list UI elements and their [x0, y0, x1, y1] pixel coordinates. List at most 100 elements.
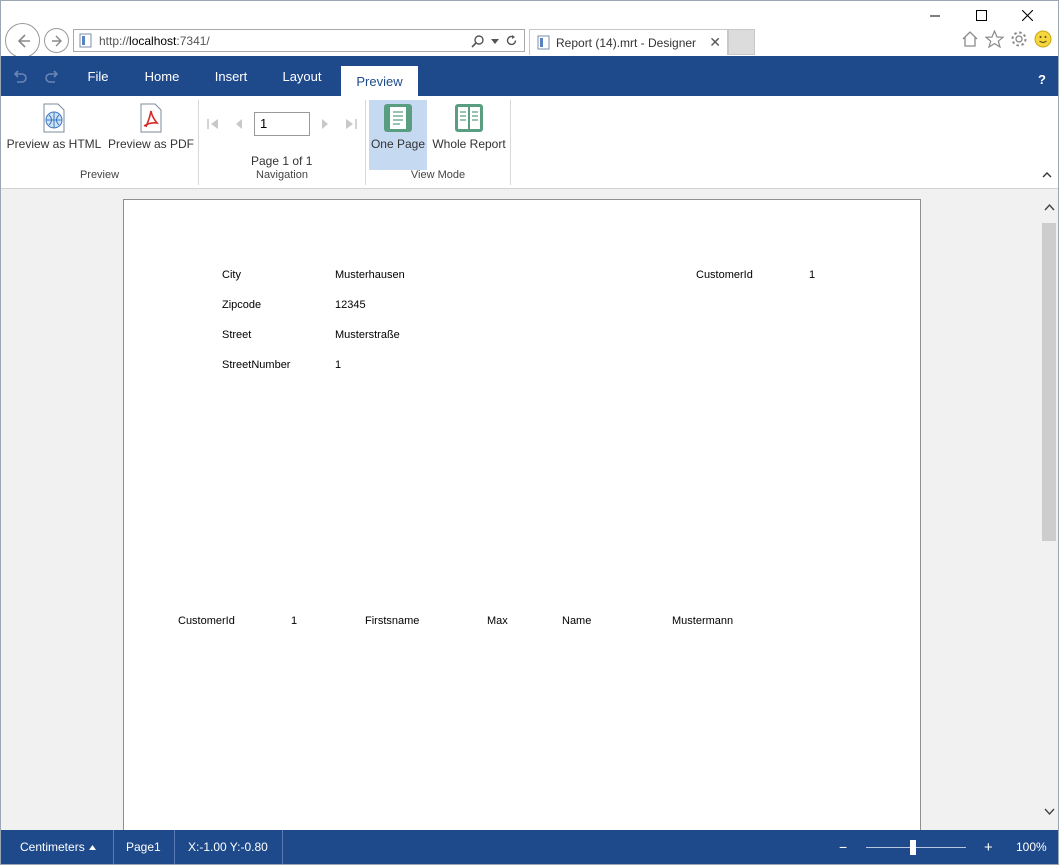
previous-page-icon[interactable]	[233, 118, 245, 130]
detail-firstname-value: Max	[487, 615, 508, 627]
zoom-in-button[interactable]: +	[984, 830, 993, 864]
page-indicator[interactable]: Page1	[126, 830, 161, 864]
maximize-button[interactable]	[958, 5, 1004, 25]
group-navigation: 1 Page 1 of 1 Navigation	[199, 100, 366, 185]
tab-close-icon[interactable]: ✕	[709, 34, 721, 51]
search-icon[interactable]	[471, 34, 485, 48]
ribbon-tab-bar: File Home Insert Layout Preview ?	[1, 56, 1058, 96]
collapse-ribbon-icon[interactable]	[1042, 171, 1052, 179]
address-url: http://localhost:7341/	[99, 33, 210, 48]
one-page-label: One Page	[370, 137, 426, 151]
caret-up-icon	[88, 844, 96, 850]
minimize-button[interactable]	[912, 5, 958, 25]
browser-toolbar-icons	[961, 30, 1052, 48]
group-view-mode-label: View Mode	[410, 169, 466, 181]
detail-firstname-label: Firstsname	[365, 615, 420, 627]
tab-title: Report (14).mrt - Designer	[556, 35, 697, 50]
preview-as-html-label: Preview as HTML	[6, 137, 102, 151]
minimize-icon	[929, 15, 940, 16]
group-preview-label: Preview	[79, 169, 120, 181]
pdf-document-icon	[140, 103, 162, 133]
window-controls	[912, 5, 1050, 25]
smiley-feedback-icon[interactable]	[1034, 30, 1052, 48]
city-value: Musterhausen	[335, 269, 405, 281]
zoom-out-button[interactable]: −	[839, 830, 847, 864]
preview-as-html-button[interactable]: Preview as HTML	[5, 100, 103, 170]
browser-chrome: http://localhost:7341/ Report (14).mrt -…	[1, 1, 1058, 58]
close-icon	[1021, 9, 1033, 21]
zoom-slider-thumb[interactable]	[910, 840, 916, 855]
tab-page-icon	[537, 35, 550, 50]
maximize-icon	[975, 9, 987, 21]
html-globe-icon	[43, 103, 65, 133]
last-page-icon[interactable]	[345, 118, 357, 130]
street-value: Musterstraße	[335, 329, 400, 341]
detail-customerid-label: CustomerId	[178, 615, 235, 627]
detail-customerid-value: 1	[291, 615, 298, 627]
status-divider	[282, 830, 283, 864]
streetnumber-label: StreetNumber	[222, 359, 291, 371]
tab-layout[interactable]: Layout	[273, 56, 331, 96]
report-page: City Musterhausen CustomerId 1 Zipcode 1…	[123, 199, 921, 839]
undo-icon[interactable]	[11, 68, 29, 86]
report-workspace: City Musterhausen CustomerId 1 Zipcode 1…	[1, 189, 1058, 839]
back-button[interactable]	[5, 23, 40, 58]
browser-window: http://localhost:7341/ Report (14).mrt -…	[0, 0, 1059, 865]
scroll-down-icon[interactable]	[1044, 808, 1055, 816]
ribbon-panel: Preview as HTML Preview as PDF Preview 1…	[1, 96, 1058, 189]
whole-report-button[interactable]: Whole Report	[432, 100, 506, 170]
group-preview: Preview as HTML Preview as PDF Preview	[1, 100, 199, 185]
units-dropdown[interactable]: Centimeters	[20, 830, 96, 864]
tab-file[interactable]: File	[77, 56, 119, 96]
group-view-mode: One Page Whole Report View Mode	[366, 100, 511, 185]
detail-name-label: Name	[562, 615, 592, 627]
status-divider	[174, 830, 175, 864]
dropdown-arrow-icon[interactable]	[491, 37, 499, 45]
help-button[interactable]: ?	[1038, 72, 1046, 87]
customerid-label: CustomerId	[696, 269, 753, 281]
redo-icon[interactable]	[43, 68, 61, 86]
tab-home[interactable]: Home	[137, 56, 187, 96]
page-icon	[79, 33, 92, 48]
tab-insert[interactable]: Insert	[206, 56, 256, 96]
customerid-value: 1	[809, 269, 816, 281]
zipcode-value: 12345	[335, 299, 366, 311]
refresh-icon[interactable]	[505, 34, 518, 47]
preview-as-pdf-button[interactable]: Preview as PDF	[107, 100, 195, 170]
favorites-star-icon[interactable]	[985, 30, 1004, 48]
group-navigation-label: Navigation	[256, 169, 308, 181]
settings-gear-icon[interactable]	[1010, 30, 1028, 48]
zoom-slider-track[interactable]	[866, 847, 966, 848]
next-page-icon[interactable]	[319, 118, 331, 130]
zipcode-label: Zipcode	[222, 299, 262, 311]
forward-arrow-icon	[51, 35, 62, 46]
first-page-icon[interactable]	[207, 118, 219, 130]
streetnumber-value: 1	[335, 359, 342, 371]
whole-report-label: Whole Report	[432, 137, 506, 151]
status-bar: Centimeters Page1 X:-1.00 Y:-0.80 − + 10…	[1, 830, 1058, 864]
new-tab-button[interactable]	[728, 29, 755, 55]
forward-button[interactable]	[44, 28, 69, 53]
one-page-button[interactable]: One Page	[369, 100, 427, 170]
detail-name-value: Mustermann	[672, 615, 734, 627]
scroll-up-icon[interactable]	[1044, 203, 1055, 211]
page-info-text: Page 1 of 1	[251, 154, 313, 168]
scrollbar-thumb[interactable]	[1042, 223, 1056, 541]
street-label: Street	[222, 329, 252, 341]
status-divider	[113, 830, 114, 864]
one-page-icon	[384, 104, 412, 132]
units-label: Centimeters	[20, 840, 85, 854]
vertical-scrollbar[interactable]	[1041, 189, 1058, 830]
cursor-coordinates: X:-1.00 Y:-0.80	[188, 840, 268, 854]
close-button[interactable]	[1004, 5, 1050, 25]
tab-preview[interactable]: Preview	[341, 66, 418, 96]
city-label: City	[222, 269, 241, 281]
browser-tab[interactable]: Report (14).mrt - Designer ✕	[529, 29, 728, 55]
back-arrow-icon	[17, 33, 30, 48]
whole-report-icon	[455, 104, 483, 132]
zoom-level: 100%	[1016, 840, 1047, 854]
preview-as-pdf-label: Preview as PDF	[107, 137, 195, 151]
page-number-input[interactable]: 1	[254, 112, 310, 136]
address-bar[interactable]: http://localhost:7341/	[73, 29, 525, 52]
home-icon[interactable]	[961, 30, 979, 48]
